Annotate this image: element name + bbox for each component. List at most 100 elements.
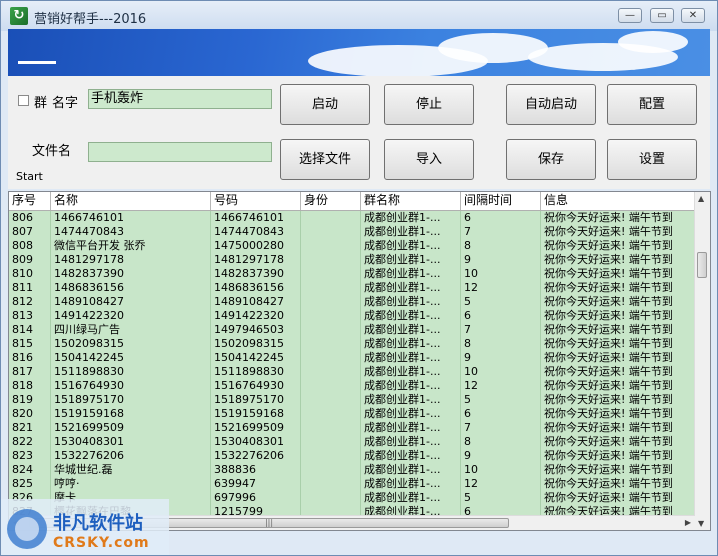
vertical-scroll-thumb[interactable] [697,252,707,278]
table-cell: 817 [9,365,51,379]
table-cell: 成都创业群1-... [361,365,461,379]
table-cell: 成都创业群1-... [361,253,461,267]
table-cell: 祝你今天好运来! 端午节到 [541,239,695,253]
table-cell: 成都创业群1-... [361,267,461,281]
table-cell: 9 [461,449,541,463]
close-icon[interactable]: ✕ [681,8,705,23]
name-input[interactable]: 手机轰炸 [88,89,272,109]
column-header[interactable]: 序号 [9,192,51,210]
watermark-cn-text: 非凡软件站 [53,513,143,534]
table-cell [301,351,361,365]
table-cell: 祝你今天好运来! 端午节到 [541,491,695,505]
table-row[interactable]: 806 1466746101 1466746101 成都创业群1-... 6 祝你今天好运… [9,211,695,225]
import-button[interactable]: 导入 [384,139,474,180]
table-cell: 1482837390 [51,267,211,281]
table-cell: 成都创业群1-... [361,379,461,393]
auto-start-button[interactable]: 自动启动 [506,84,596,125]
table-cell: 1475000280 [211,239,301,253]
table-row[interactable]: 824 华城世纪.磊 388836 成都创业群1-... 10 祝你今天好运来! 端午节到 [9,463,695,477]
table-row[interactable]: 825 哼哼· 639947 成都创业群1-... 12 祝你今天好运来! 端午节到 [9,477,695,491]
table-cell: 388836 [211,463,301,477]
table-cell [301,225,361,239]
scroll-right-icon[interactable]: ▶ [685,518,691,527]
table-row[interactable]: 809 1481297178 1481297178 成都创业群1-... 9 祝你今天好运… [9,253,695,267]
table-cell [301,435,361,449]
table-cell: 成都创业群1-... [361,491,461,505]
config-button[interactable]: 配置 [607,84,697,125]
table-row[interactable]: 814 四川绿马广告 1497946503 成都创业群1-... 7 祝你今天好运来! 端… [9,323,695,337]
table-cell: 825 [9,477,51,491]
table-cell [301,281,361,295]
scroll-up-icon[interactable]: ▲ [698,194,704,203]
watermark: 非凡软件站 CRSKY.com [1,499,169,555]
table-row[interactable]: 815 1502098315 1502098315 成都创业群1-... 8 祝你今天好运… [9,337,695,351]
table-cell: 成都创业群1-... [361,393,461,407]
table-row[interactable]: 811 1486836156 1486836156 成都创业群1-... 12 祝你今天好… [9,281,695,295]
table-cell: 1521699509 [211,421,301,435]
table-row[interactable]: 810 1482837390 1482837390 成都创业群1-... 10 祝你今天好… [9,267,695,281]
column-header[interactable]: 群名称 [361,192,461,210]
column-header[interactable]: 号码 [211,192,301,210]
table-cell: 1474470843 [51,225,211,239]
minimize-icon[interactable]: — [618,8,642,23]
table-cell [301,449,361,463]
settings-button[interactable]: 设置 [607,139,697,180]
column-header[interactable]: 间隔时间 [461,192,541,210]
table-cell: 成都创业群1-... [361,463,461,477]
table-cell: 697996 [211,491,301,505]
table-row[interactable]: 822 1530408301 1530408301 成都创业群1-... 8 祝你今天好运… [9,435,695,449]
table-cell: 祝你今天好运来! 端午节到 [541,225,695,239]
save-button[interactable]: 保存 [506,139,596,180]
vertical-scrollbar[interactable]: ▲ ▼ [694,192,710,530]
sky-banner [8,29,710,76]
table-row[interactable]: 820 1519159168 1519159168 成都创业群1-... 6 祝你今天好运… [9,407,695,421]
table-cell: 祝你今天好运来! 端午节到 [541,407,695,421]
table-cell [301,267,361,281]
table-row[interactable]: 813 1491422320 1491422320 成都创业群1-... 6 祝你今天好运… [9,309,695,323]
table-row[interactable]: 819 1518975170 1518975170 成都创业群1-... 5 祝你今天好运… [9,393,695,407]
table-cell: 祝你今天好运来! 端午节到 [541,435,695,449]
table-row[interactable]: 818 1516764930 1516764930 成都创业群1-... 12 祝你今天好… [9,379,695,393]
table-cell: 1481297178 [211,253,301,267]
group-checkbox[interactable] [18,95,29,106]
table-cell: 四川绿马广告 [51,323,211,337]
start-button[interactable]: 启动 [280,84,370,125]
select-file-button[interactable]: 选择文件 [280,139,370,180]
table-cell: 6 [461,309,541,323]
maximize-icon[interactable]: ▭ [650,8,674,23]
table-cell: 1486836156 [211,281,301,295]
table-row[interactable]: 821 1521699509 1521699509 成都创业群1-... 7 祝你今天好运… [9,421,695,435]
table-cell: 7 [461,421,541,435]
table-row[interactable]: 817 1511898830 1511898830 成都创业群1-... 10 祝你今天好… [9,365,695,379]
column-header[interactable]: 身份 [301,192,361,210]
table-cell: 祝你今天好运来! 端午节到 [541,477,695,491]
column-header[interactable]: 名称 [51,192,211,210]
table-row[interactable]: 808 微信平台开发 张乔 1475000280 成都创业群1-... 8 祝你今天好运来… [9,239,695,253]
table-cell: 祝你今天好运来! 端午节到 [541,421,695,435]
table-row[interactable]: 807 1474470843 1474470843 成都创业群1-... 7 祝你今天好运… [9,225,695,239]
column-header[interactable]: 信息 [541,192,695,210]
table-cell: 祝你今天好运来! 端午节到 [541,211,695,225]
table-cell: 祝你今天好运来! 端午节到 [541,337,695,351]
table-cell [301,239,361,253]
scroll-down-icon[interactable]: ▼ [698,519,704,528]
table-cell: 5 [461,295,541,309]
file-input[interactable] [88,142,272,162]
table-cell: 7 [461,225,541,239]
stop-button[interactable]: 停止 [384,84,474,125]
table-row[interactable]: 812 1489108427 1489108427 成都创业群1-... 5 祝你今天好运… [9,295,695,309]
file-label: 文件名 [32,144,72,159]
table-cell: 1502098315 [211,337,301,351]
table-cell: 1481297178 [51,253,211,267]
table-row[interactable]: 823 1532276206 1532276206 成都创业群1-... 9 祝你今天好运… [9,449,695,463]
table-cell: 祝你今天好运来! 端午节到 [541,267,695,281]
table-row[interactable]: 816 1504142245 1504142245 成都创业群1-... 9 祝你今天好运… [9,351,695,365]
table-cell: 成都创业群1-... [361,407,461,421]
table-cell: 7 [461,323,541,337]
table-cell: 822 [9,435,51,449]
table-cell: 祝你今天好运来! 端午节到 [541,253,695,267]
data-grid[interactable]: 序号 名称 号码 身份 群名称 间隔时间 信息 806 1466746101 146674610… [8,191,711,531]
table-cell: 成都创业群1-... [361,225,461,239]
table-cell: 823 [9,449,51,463]
table-cell: 祝你今天好运来! 端午节到 [541,281,695,295]
